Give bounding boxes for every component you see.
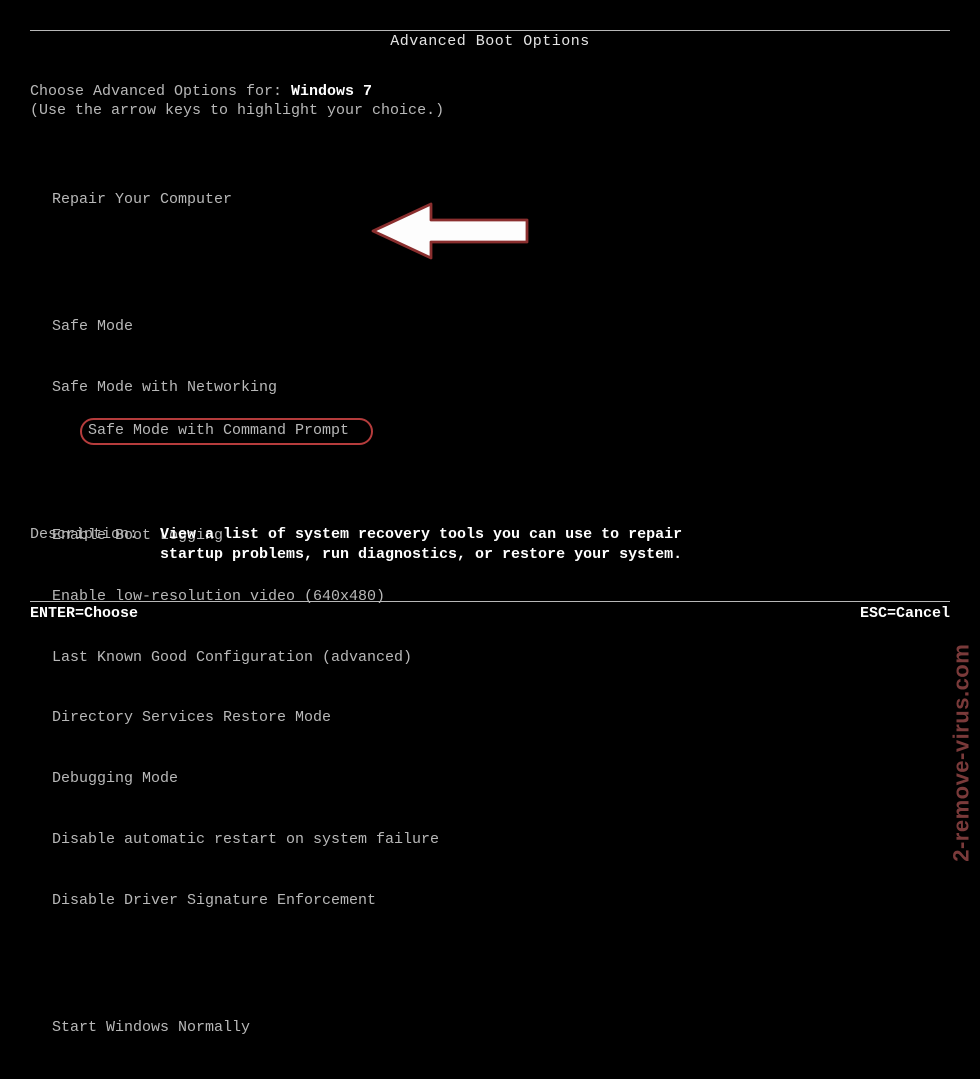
screen-title: Advanced Boot Options (30, 32, 950, 52)
choose-hint: (Use the arrow keys to highlight your ch… (30, 101, 444, 121)
footer-esc: ESC=Cancel (860, 604, 950, 624)
boot-options-screen: Advanced Boot Options Choose Advanced Op… (0, 0, 980, 650)
watermark-text: 2-remove-virus.com (946, 644, 976, 862)
top-divider (30, 30, 950, 31)
menu-safe-mode-cmd-highlighted[interactable]: Safe Mode with Command Prompt (80, 418, 373, 445)
choose-os: Windows 7 (291, 83, 372, 100)
description-line-1: View a list of system recovery tools you… (160, 525, 682, 545)
footer-enter: ENTER=Choose (30, 604, 138, 624)
description-line-2: startup problems, run diagnostics, or re… (160, 545, 682, 565)
menu-safe-mode-networking[interactable]: Safe Mode with Networking (52, 378, 439, 398)
menu-repair[interactable]: Repair Your Computer (52, 190, 439, 210)
menu-start-normally[interactable]: Start Windows Normally (52, 1018, 439, 1038)
menu-safe-mode[interactable]: Safe Mode (52, 317, 439, 337)
menu-no-sig[interactable]: Disable Driver Signature Enforcement (52, 891, 439, 911)
description-block: Description: View a list of system recov… (30, 525, 950, 566)
footer-hints: ENTER=Choose ESC=Cancel (30, 604, 950, 624)
menu-debug[interactable]: Debugging Mode (52, 769, 439, 789)
choose-line: Choose Advanced Options for: Windows 7 (30, 82, 372, 102)
menu-no-restart[interactable]: Disable automatic restart on system fail… (52, 830, 439, 850)
menu-dsrm[interactable]: Directory Services Restore Mode (52, 708, 439, 728)
menu-lkgc[interactable]: Last Known Good Configuration (advanced) (52, 648, 439, 668)
bottom-divider (30, 601, 950, 602)
description-label: Description: (30, 525, 160, 545)
choose-prefix: Choose Advanced Options for: (30, 83, 291, 100)
menu-safe-mode-cmd-label: Safe Mode with Command Prompt (88, 422, 349, 439)
